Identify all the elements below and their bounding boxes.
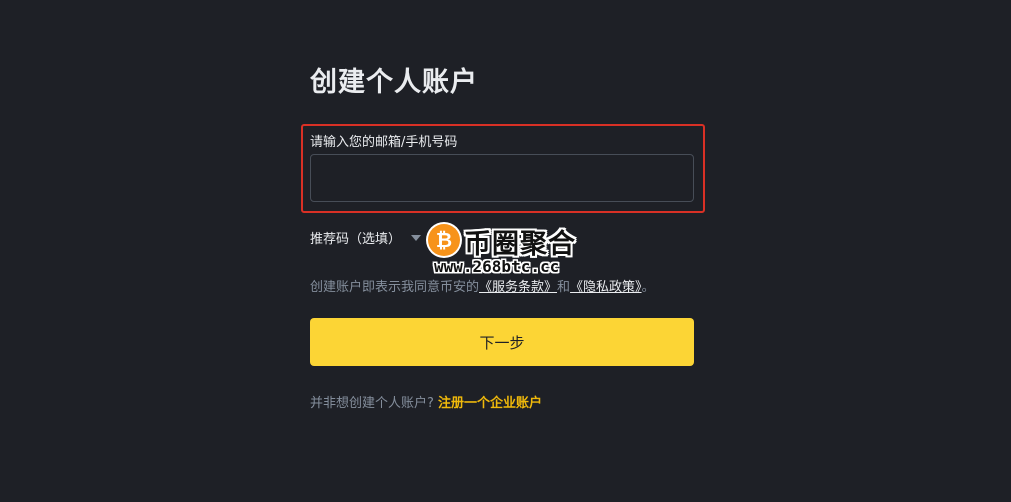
referral-toggle[interactable]: 推荐码（选填）	[310, 228, 422, 247]
enterprise-prompt: 并非想创建个人账户? 注册一个企业账户	[310, 392, 542, 411]
terms-of-service-link[interactable]: 《服务条款》	[479, 280, 557, 295]
enterprise-question: 并非想创建个人账户?	[310, 396, 434, 411]
referral-label: 推荐码（选填）	[310, 232, 402, 247]
terms-prefix: 创建账户即表示我同意币安的	[310, 280, 480, 295]
bitcoin-glyph: ₿	[435, 228, 453, 252]
email-input[interactable]	[310, 154, 694, 202]
page-title: 创建个人账户	[310, 67, 478, 98]
terms-and: 和	[557, 280, 571, 295]
email-field-label: 请输入您的邮箱/手机号码	[310, 135, 458, 150]
terms-suffix: 。	[641, 280, 655, 295]
privacy-policy-link[interactable]: 《隐私政策》	[570, 280, 642, 295]
next-button[interactable]: 下一步	[310, 318, 694, 366]
watermark: ₿ 币圈聚合 www.268btc.cc	[424, 220, 594, 282]
register-enterprise-link[interactable]: 注册一个企业账户	[438, 396, 542, 411]
terms-text: 创建账户即表示我同意币安的《服务条款》和《隐私政策》。	[310, 276, 655, 295]
caret-down-icon	[411, 234, 422, 241]
bitcoin-icon: ₿	[428, 224, 460, 256]
watermark-url: www.268btc.cc	[434, 257, 560, 276]
watermark-title: 币圈聚合	[464, 229, 576, 260]
